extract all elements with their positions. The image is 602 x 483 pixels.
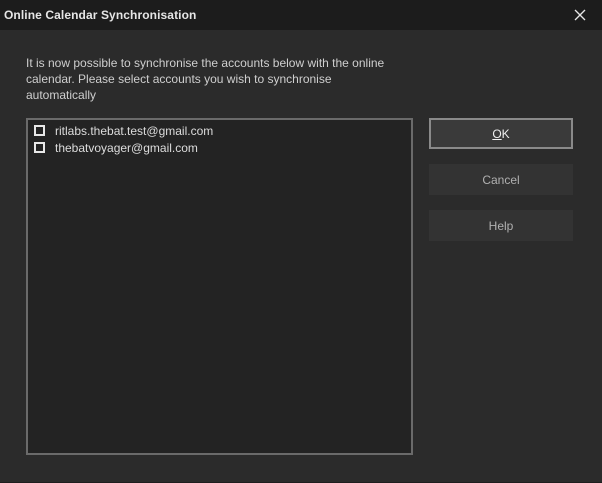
window-title: Online Calendar Synchronisation [4,8,197,22]
close-icon [574,9,586,21]
account-list[interactable]: ritlabs.thebat.test@gmail.com thebatvoya… [26,118,413,455]
title-bar: Online Calendar Synchronisation [0,0,602,30]
account-checkbox[interactable] [34,142,45,153]
account-item[interactable]: thebatvoyager@gmail.com [28,139,411,156]
dialog-window: Online Calendar Synchronisation It is no… [0,0,602,483]
close-button[interactable] [558,0,602,30]
ok-accelerator: O [492,126,502,141]
account-label: thebatvoyager@gmail.com [55,140,198,155]
account-checkbox[interactable] [34,125,45,136]
cancel-button[interactable]: Cancel [429,164,573,195]
intro-text: It is now possible to synchronise the ac… [26,56,385,102]
account-item[interactable]: ritlabs.thebat.test@gmail.com [28,122,411,139]
ok-button[interactable]: OK [429,118,573,149]
ok-label-rest: K [501,126,510,141]
help-button[interactable]: Help [429,210,573,241]
account-label: ritlabs.thebat.test@gmail.com [55,123,214,138]
